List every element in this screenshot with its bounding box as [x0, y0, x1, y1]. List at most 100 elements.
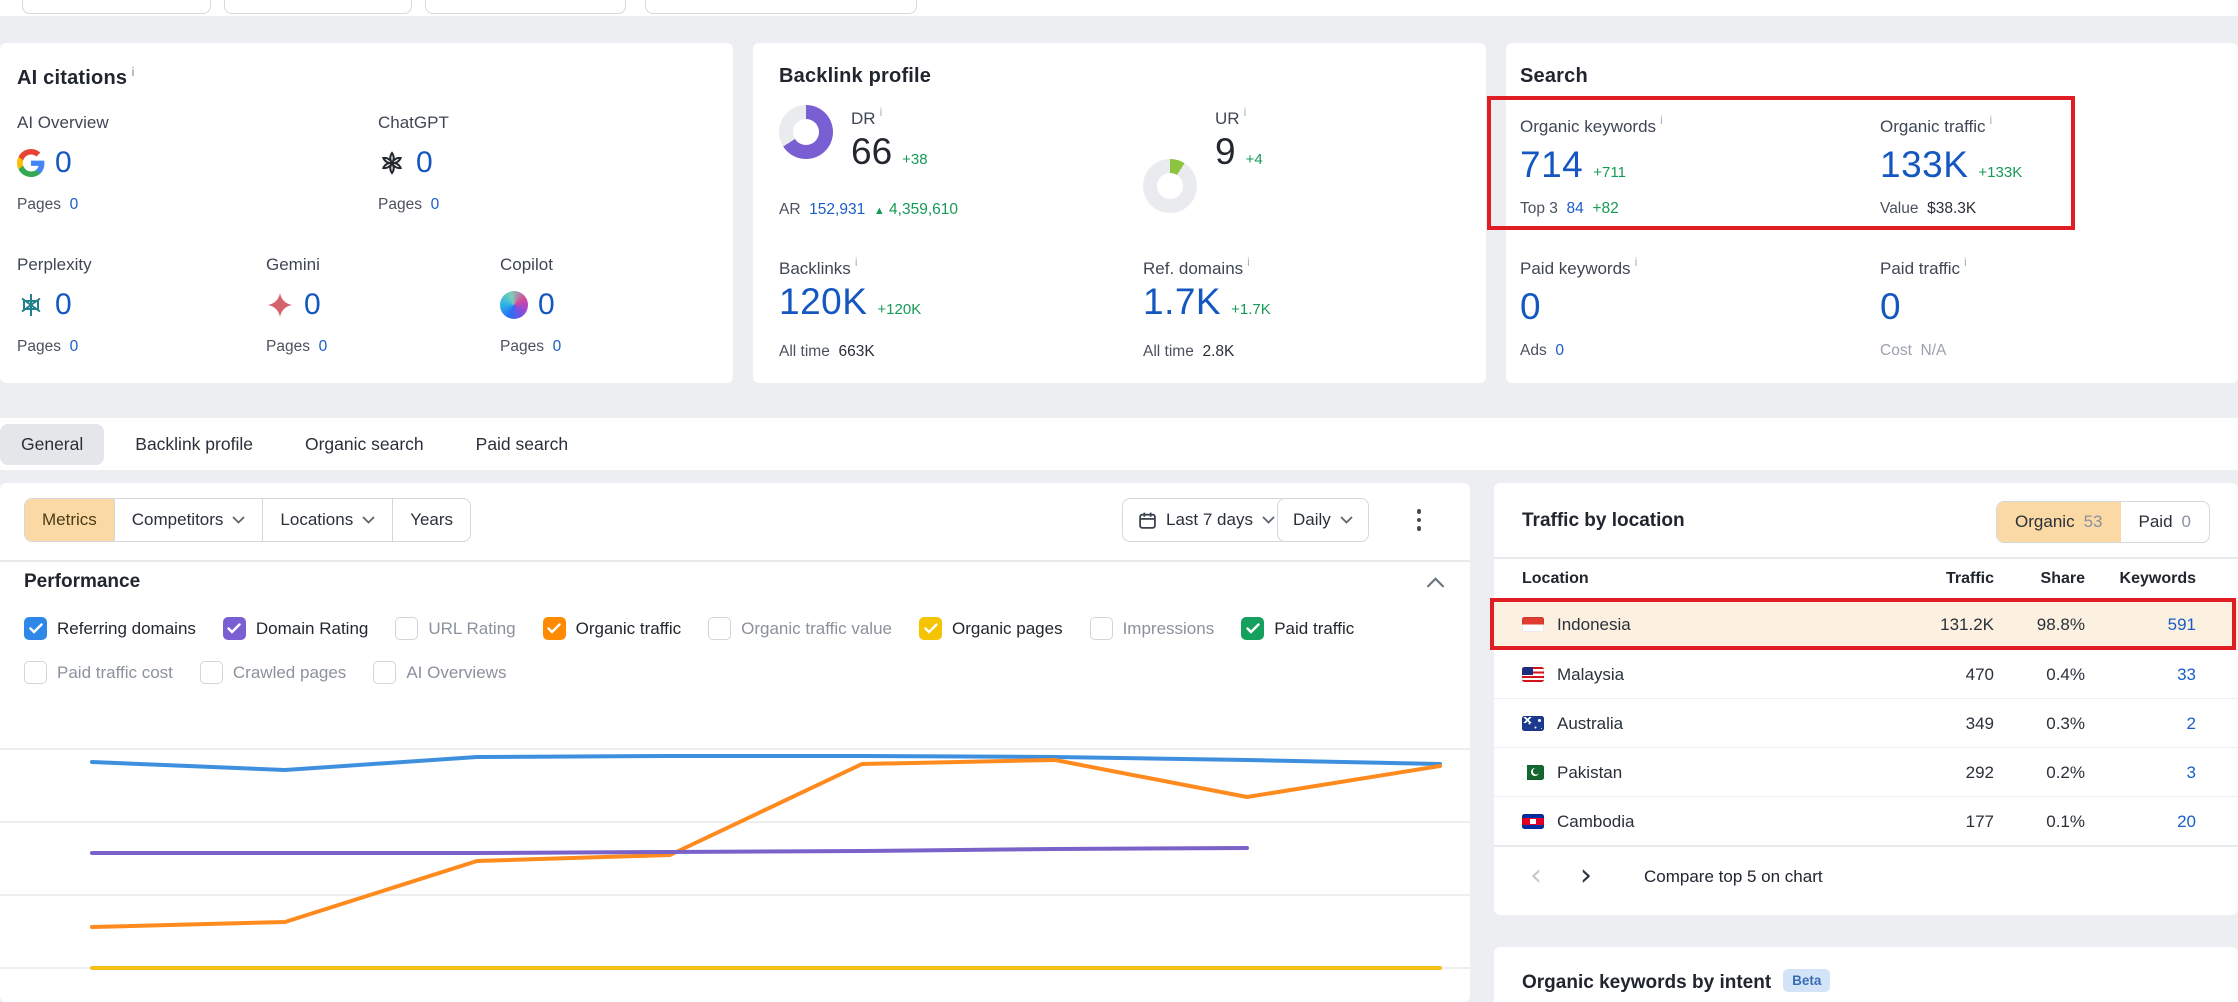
- granularity-button[interactable]: Daily: [1277, 498, 1369, 542]
- col-header-share: Share: [1995, 570, 2085, 588]
- date-range-button[interactable]: Last 7 days: [1122, 498, 1291, 542]
- search-title: Search: [1520, 65, 1588, 88]
- locations-filter-button[interactable]: Locations: [262, 499, 392, 541]
- metric-checkbox-organic-traffic[interactable]: Organic traffic: [543, 617, 682, 640]
- info-icon[interactable]: i: [1247, 255, 1250, 269]
- top3-link[interactable]: 84: [1567, 200, 1584, 217]
- filter-segmented-control: Metrics Competitors Locations Years: [24, 498, 471, 542]
- backlinks-alltime: All time 663K: [779, 343, 875, 361]
- pages-count-link[interactable]: 0: [553, 338, 562, 355]
- ur-value-row: 9 +4: [1215, 131, 1263, 173]
- cutoff-input-box[interactable]: [22, 0, 211, 14]
- checkbox-icon: [919, 617, 942, 640]
- beta-badge: Beta: [1783, 969, 1830, 992]
- ads-count-link[interactable]: 0: [1555, 342, 1564, 359]
- toggle-paid[interactable]: Paid 0: [2121, 502, 2210, 542]
- google-icon: [17, 149, 45, 177]
- keywords-link[interactable]: 33: [2096, 665, 2196, 685]
- ai-overview-value[interactable]: 0: [55, 146, 72, 180]
- table-row-cambodia[interactable]: Cambodia 177 0.1% 20: [1494, 796, 2238, 846]
- pages-count-link[interactable]: 0: [319, 338, 328, 355]
- info-icon[interactable]: i: [1660, 113, 1663, 127]
- keywords-link[interactable]: 591: [2096, 615, 2196, 635]
- info-icon[interactable]: i: [1990, 113, 1993, 127]
- years-filter-button[interactable]: Years: [392, 499, 470, 541]
- organic-traffic-value-link[interactable]: 133K: [1880, 144, 1968, 186]
- metrics-filter-button[interactable]: Metrics: [25, 499, 114, 541]
- search-card: Search Organic keywordsi 714 +711 Top 3 …: [1506, 43, 2238, 383]
- paid-traffic-value-link[interactable]: 0: [1880, 286, 1901, 328]
- ai-item-ai-overview: AI Overview 0 Pages 0: [17, 113, 109, 214]
- copilot-value[interactable]: 0: [538, 288, 555, 322]
- metric-checkbox-organic-pages[interactable]: Organic pages: [919, 617, 1063, 640]
- table-row-malaysia[interactable]: Malaysia 470 0.4% 33: [1494, 649, 2238, 699]
- paid-keywords-value-link[interactable]: 0: [1520, 286, 1541, 328]
- ahrefs-rank-link[interactable]: 152,931: [809, 201, 865, 218]
- ur-label: URi: [1215, 105, 1246, 129]
- kebab-menu-button[interactable]: [1404, 498, 1434, 542]
- keywords-link[interactable]: 20: [2096, 812, 2196, 832]
- pages-count-link[interactable]: 0: [431, 196, 440, 213]
- compare-top5-link[interactable]: Compare top 5 on chart: [1644, 867, 1823, 887]
- pages-count-link[interactable]: 0: [70, 196, 79, 213]
- ai-item-copilot: Copilot 0 Pages 0: [500, 255, 561, 356]
- page-prev-button[interactable]: ‹: [1530, 861, 1542, 891]
- ur-donut-chart: [1143, 159, 1197, 213]
- cutoff-input-box[interactable]: [645, 0, 917, 14]
- info-icon[interactable]: i: [1244, 105, 1247, 119]
- info-icon[interactable]: i: [855, 255, 858, 269]
- cutoff-input-box[interactable]: [425, 0, 626, 14]
- australia-flag: [1522, 716, 1544, 731]
- table-row-pakistan[interactable]: Pakistan 292 0.2% 3: [1494, 747, 2238, 797]
- competitors-filter-button[interactable]: Competitors: [114, 499, 263, 541]
- metric-checkbox-url-rating[interactable]: URL Rating: [395, 617, 515, 640]
- metric-checkbox-crawled-pages[interactable]: Crawled pages: [200, 661, 346, 684]
- ai-item-chatgpt: ChatGPT 0 Pages 0: [378, 113, 449, 214]
- info-icon[interactable]: i: [131, 65, 135, 79]
- chevron-down-icon: [362, 516, 375, 524]
- info-icon[interactable]: i: [1635, 255, 1638, 269]
- panel-divider: [1494, 557, 2238, 559]
- traffic-by-location-panel: Traffic by location Organic 53 Paid 0 Lo…: [1494, 483, 2238, 915]
- chatgpt-value[interactable]: 0: [416, 146, 433, 180]
- performance-line-chart[interactable]: [0, 712, 1470, 1002]
- tab-paid-search[interactable]: Paid search: [455, 424, 589, 465]
- pages-count-link[interactable]: 0: [70, 338, 79, 355]
- metric-checkbox-ai-overviews[interactable]: AI Overviews: [373, 661, 506, 684]
- dr-value-row: 66 +38: [851, 131, 928, 173]
- paid-keywords-cell: Paid keywordsi 0 Ads 0: [1520, 255, 1637, 360]
- ref-domains-alltime: All time 2.8K: [1143, 343, 1234, 361]
- metric-checkbox-row-2: Paid traffic cost Crawled pages AI Overv…: [24, 661, 506, 684]
- page-next-button[interactable]: ›: [1580, 861, 1592, 891]
- backlinks-value-row: 120K +120K: [779, 281, 921, 323]
- table-row-australia[interactable]: Australia 349 0.3% 2: [1494, 698, 2238, 748]
- metric-checkbox-impressions[interactable]: Impressions: [1090, 617, 1215, 640]
- toggle-organic[interactable]: Organic 53: [1997, 502, 2120, 542]
- metric-checkbox-referring-domains[interactable]: Referring domains: [24, 617, 196, 640]
- metric-checkbox-paid-traffic-cost[interactable]: Paid traffic cost: [24, 661, 173, 684]
- gemini-value[interactable]: 0: [304, 288, 321, 322]
- keywords-link[interactable]: 3: [2096, 763, 2196, 783]
- filter-divider: [0, 560, 1470, 562]
- metric-checkbox-domain-rating[interactable]: Domain Rating: [223, 617, 368, 640]
- dr-label: DRi: [851, 105, 882, 129]
- keywords-link[interactable]: 2: [2096, 714, 2196, 734]
- tab-general[interactable]: General: [0, 424, 104, 465]
- info-icon[interactable]: i: [1964, 255, 1967, 269]
- checkbox-icon: [1090, 617, 1113, 640]
- ai-item-gemini: Gemini 0 Pages 0: [266, 255, 327, 356]
- ref-domains-value-link[interactable]: 1.7K: [1143, 281, 1221, 323]
- pakistan-flag: [1522, 765, 1544, 780]
- tab-backlink-profile[interactable]: Backlink profile: [114, 424, 274, 465]
- metric-checkbox-paid-traffic[interactable]: Paid traffic: [1241, 617, 1354, 640]
- cutoff-input-box[interactable]: [224, 0, 412, 14]
- tab-organic-search[interactable]: Organic search: [284, 424, 445, 465]
- perplexity-value[interactable]: 0: [55, 288, 72, 322]
- checkbox-icon: [373, 661, 396, 684]
- table-row-indonesia[interactable]: Indonesia 131.2K 98.8% 591: [1494, 600, 2238, 649]
- organic-keywords-value-link[interactable]: 714: [1520, 144, 1583, 186]
- info-icon[interactable]: i: [880, 105, 883, 119]
- collapse-chevron-up-icon[interactable]: [1427, 577, 1444, 588]
- metric-checkbox-organic-traffic-value[interactable]: Organic traffic value: [708, 617, 892, 640]
- backlinks-value-link[interactable]: 120K: [779, 281, 867, 323]
